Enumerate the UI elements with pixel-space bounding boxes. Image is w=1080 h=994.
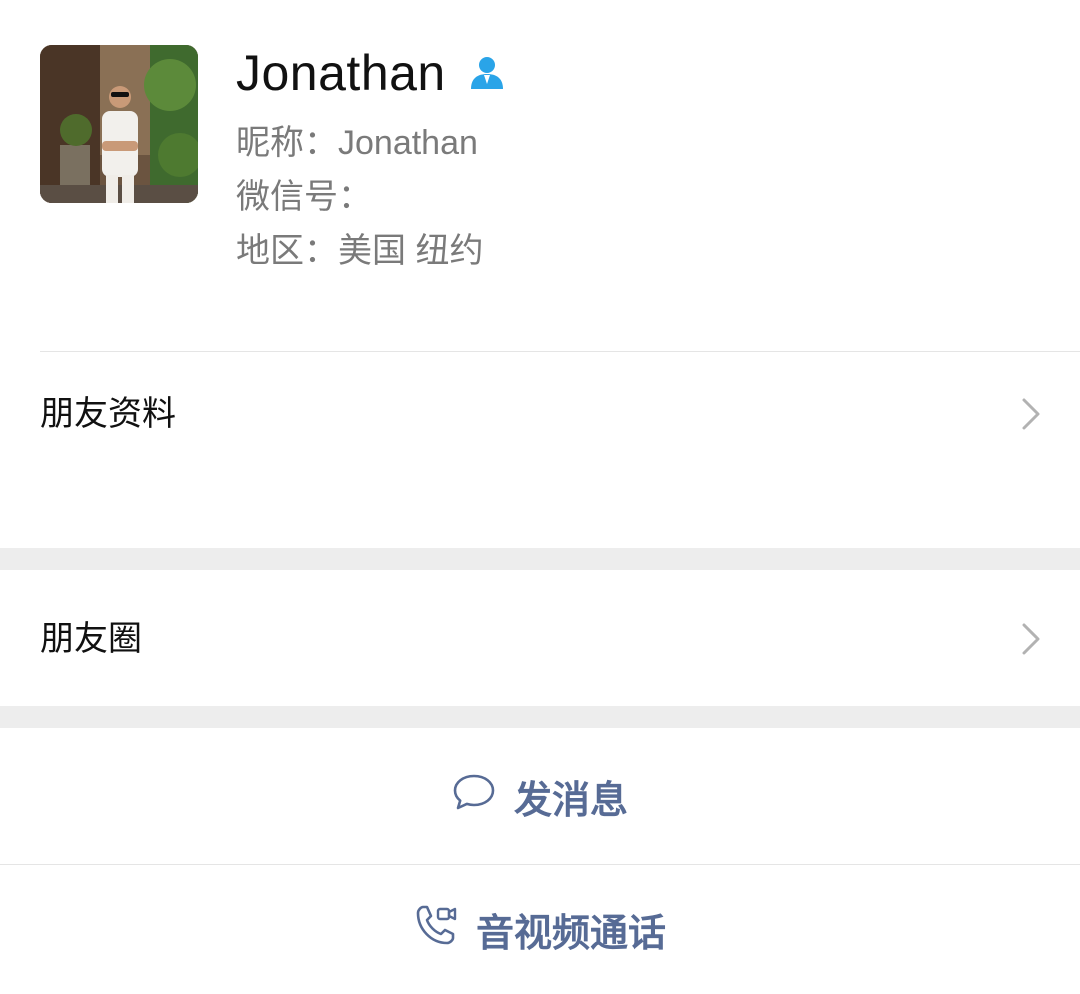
nickname-label: 昵称：: [236, 123, 338, 163]
wechat-id-line: 微信号：: [236, 174, 552, 220]
profile-header: Jonathan 昵称：Jonathan 微信号： 地区：美国 纽约: [0, 0, 1080, 352]
avatar[interactable]: [40, 45, 198, 203]
chat-bubble-icon: [452, 773, 496, 820]
section-gap: [0, 706, 1080, 728]
section-gap: [0, 548, 1080, 570]
send-message-label: 发消息: [513, 777, 628, 822]
chevron-right-icon: [1022, 398, 1040, 430]
moments-label: 朋友圈: [40, 619, 142, 659]
voice-video-call-button[interactable]: 音视频通话: [0, 865, 1080, 994]
display-name-row: Jonathan: [236, 38, 506, 108]
display-name[interactable]: Jonathan: [236, 44, 446, 102]
phone-video-icon: [414, 903, 458, 956]
region-value: 美国 纽约: [338, 232, 484, 270]
nickname-line: 昵称：Jonathan: [236, 120, 478, 166]
region-line: 地区：美国 纽约: [236, 228, 483, 274]
chevron-right-icon: [1022, 623, 1040, 655]
contact-profile-page: Jonathan 昵称：Jonathan 微信号： 地区：美国 纽约 朋友资料: [0, 0, 1080, 994]
wechat-id-label: 微信号：: [236, 177, 372, 217]
voice-video-call-label: 音视频通话: [475, 911, 666, 955]
send-message-button[interactable]: 发消息: [0, 728, 1080, 864]
region-label: 地区：: [236, 231, 338, 271]
friend-profile-row[interactable]: 朋友资料: [0, 352, 1080, 548]
person-icon: [468, 54, 506, 92]
friend-profile-label: 朋友资料: [40, 394, 176, 434]
moments-row[interactable]: 朋友圈: [0, 570, 1080, 706]
wechat-id-redacted[interactable]: [372, 179, 552, 218]
nickname-value[interactable]: Jonathan: [338, 124, 478, 162]
